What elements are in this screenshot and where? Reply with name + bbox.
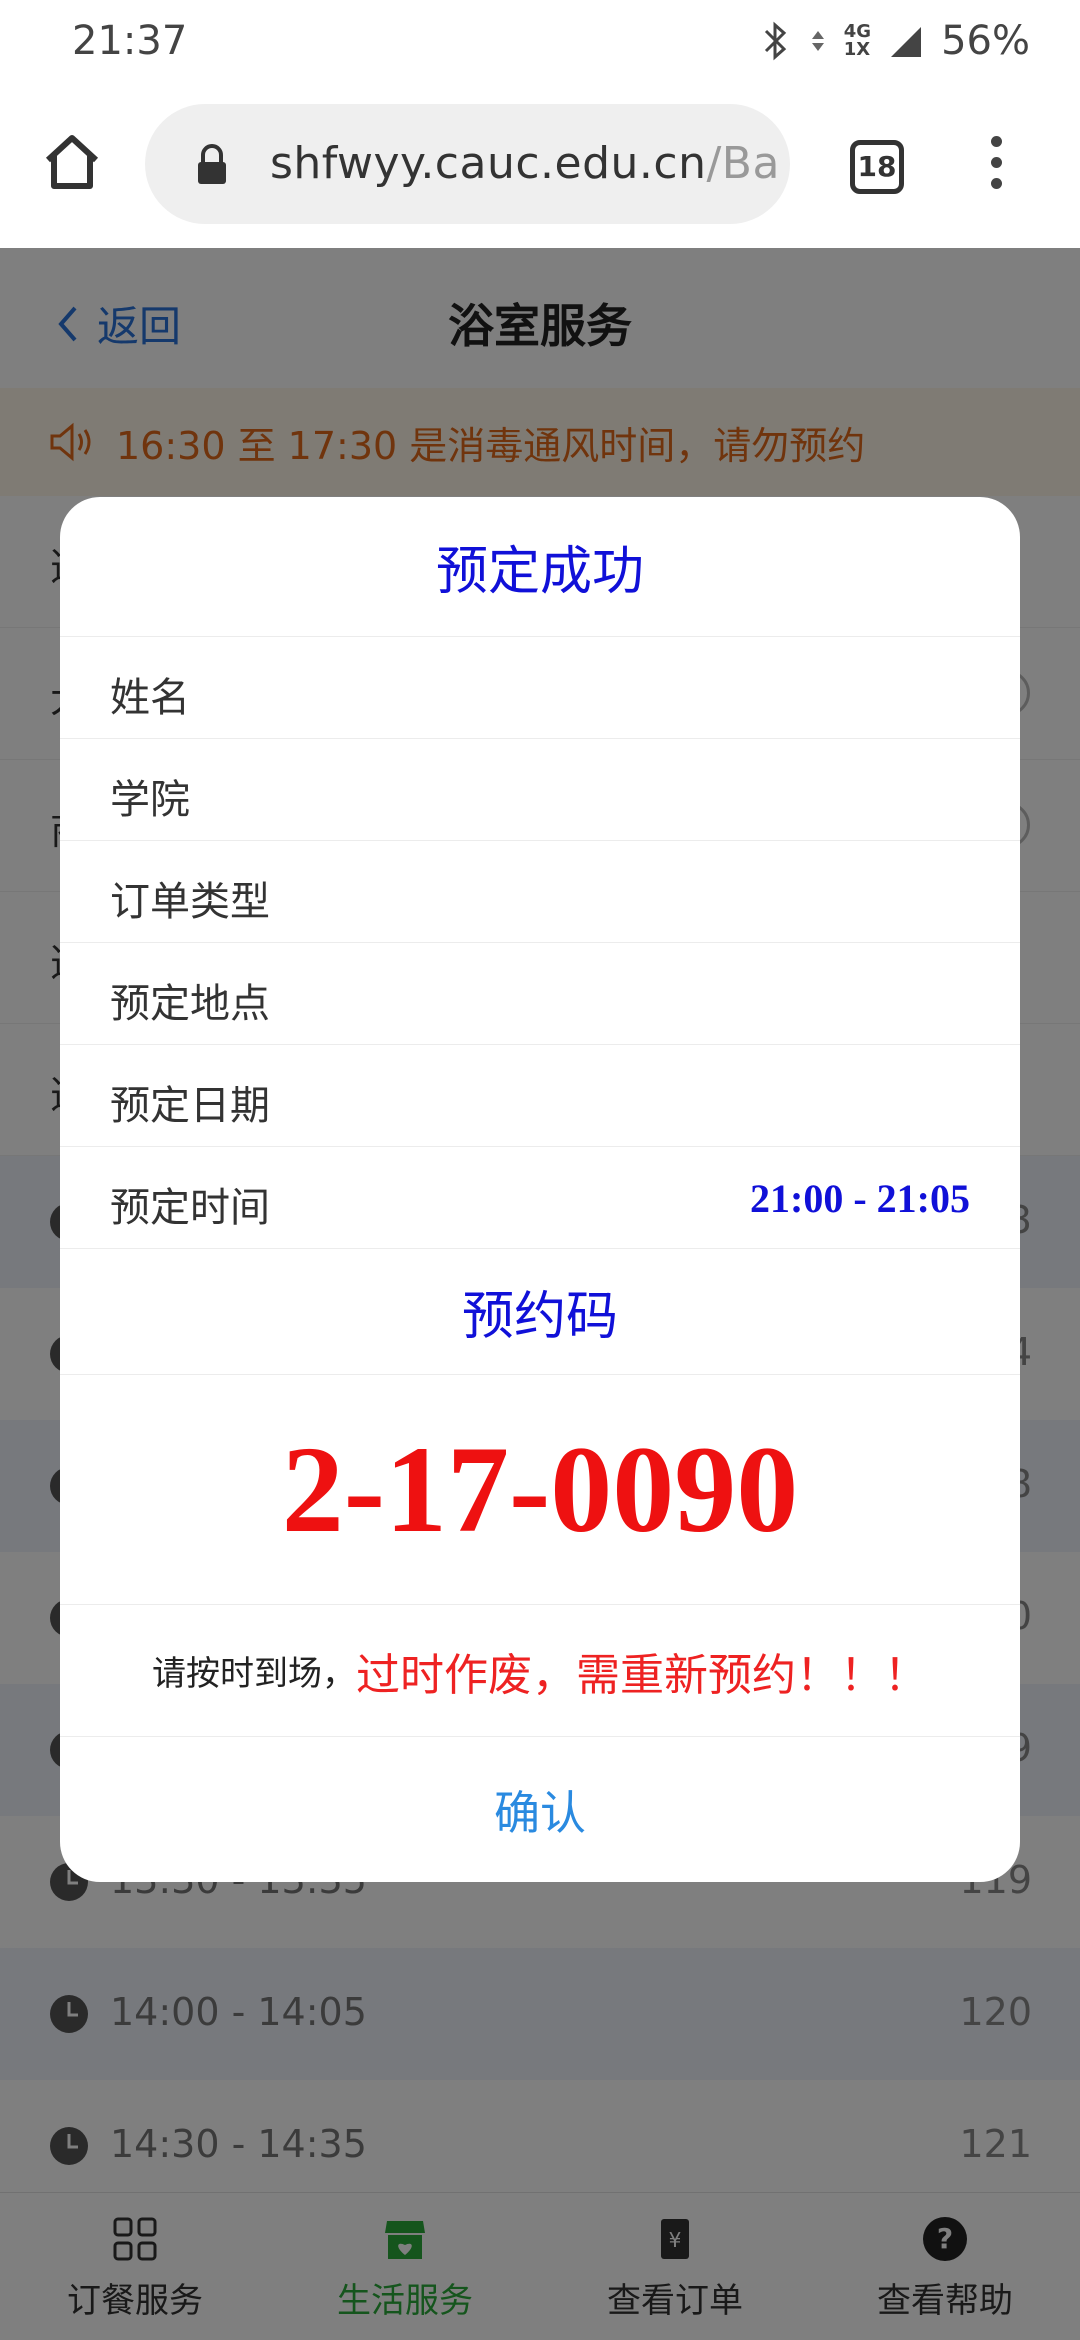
info-row-date: 预定日期 <box>60 1045 1020 1147</box>
battery-percent: 56% <box>941 18 1030 64</box>
address-bar[interactable]: shfwyy.cauc.edu.cn/Ba <box>145 104 790 224</box>
booking-time-value: 21:00 - 21:05 <box>750 1176 970 1221</box>
tab-switcher-button[interactable]: 18 <box>850 140 904 194</box>
booking-code: 2-17-0090 <box>60 1375 1020 1605</box>
info-row-time: 预定时间 21:00 - 21:05 <box>60 1147 1020 1249</box>
info-row-college: 学院 <box>60 739 1020 841</box>
browser-toolbar: shfwyy.cauc.edu.cn/Ba 18 <box>0 80 1080 248</box>
dialog-title: 预定成功 <box>60 497 1020 637</box>
warning-prefix: 请按时到场， <box>152 1654 356 1694</box>
home-icon[interactable] <box>40 130 104 194</box>
signal-icon <box>891 27 922 57</box>
warning-message: 请按时到场， 过时作废，需重新预约！！！ <box>60 1605 1020 1737</box>
info-row-order-type: 订单类型 <box>60 841 1020 943</box>
info-row-location: 预定地点 <box>60 943 1020 1045</box>
bluetooth-icon <box>764 21 786 61</box>
confirm-button[interactable]: 确认 <box>60 1737 1020 1882</box>
booking-code-label: 预约码 <box>60 1249 1020 1375</box>
status-time: 21:37 <box>72 18 188 64</box>
lock-icon <box>198 144 226 184</box>
network-label: 4G 1X <box>843 21 872 60</box>
data-arrows-icon <box>811 31 824 51</box>
info-row-name: 姓名 <box>60 637 1020 739</box>
status-bar: 21:37 4G 1X 56% <box>0 0 1080 80</box>
overflow-menu-icon[interactable] <box>988 136 1004 196</box>
booking-success-dialog: 预定成功 姓名 学院 订单类型 预定地点 预定日期 预定时间 21:00 - 21… <box>60 497 1020 1882</box>
status-icons: 4G 1X 56% <box>760 18 1030 64</box>
url-text[interactable]: shfwyy.cauc.edu.cn/Ba <box>270 138 780 189</box>
warning-red-text: 过时作废，需重新预约！！！ <box>356 1649 928 1701</box>
